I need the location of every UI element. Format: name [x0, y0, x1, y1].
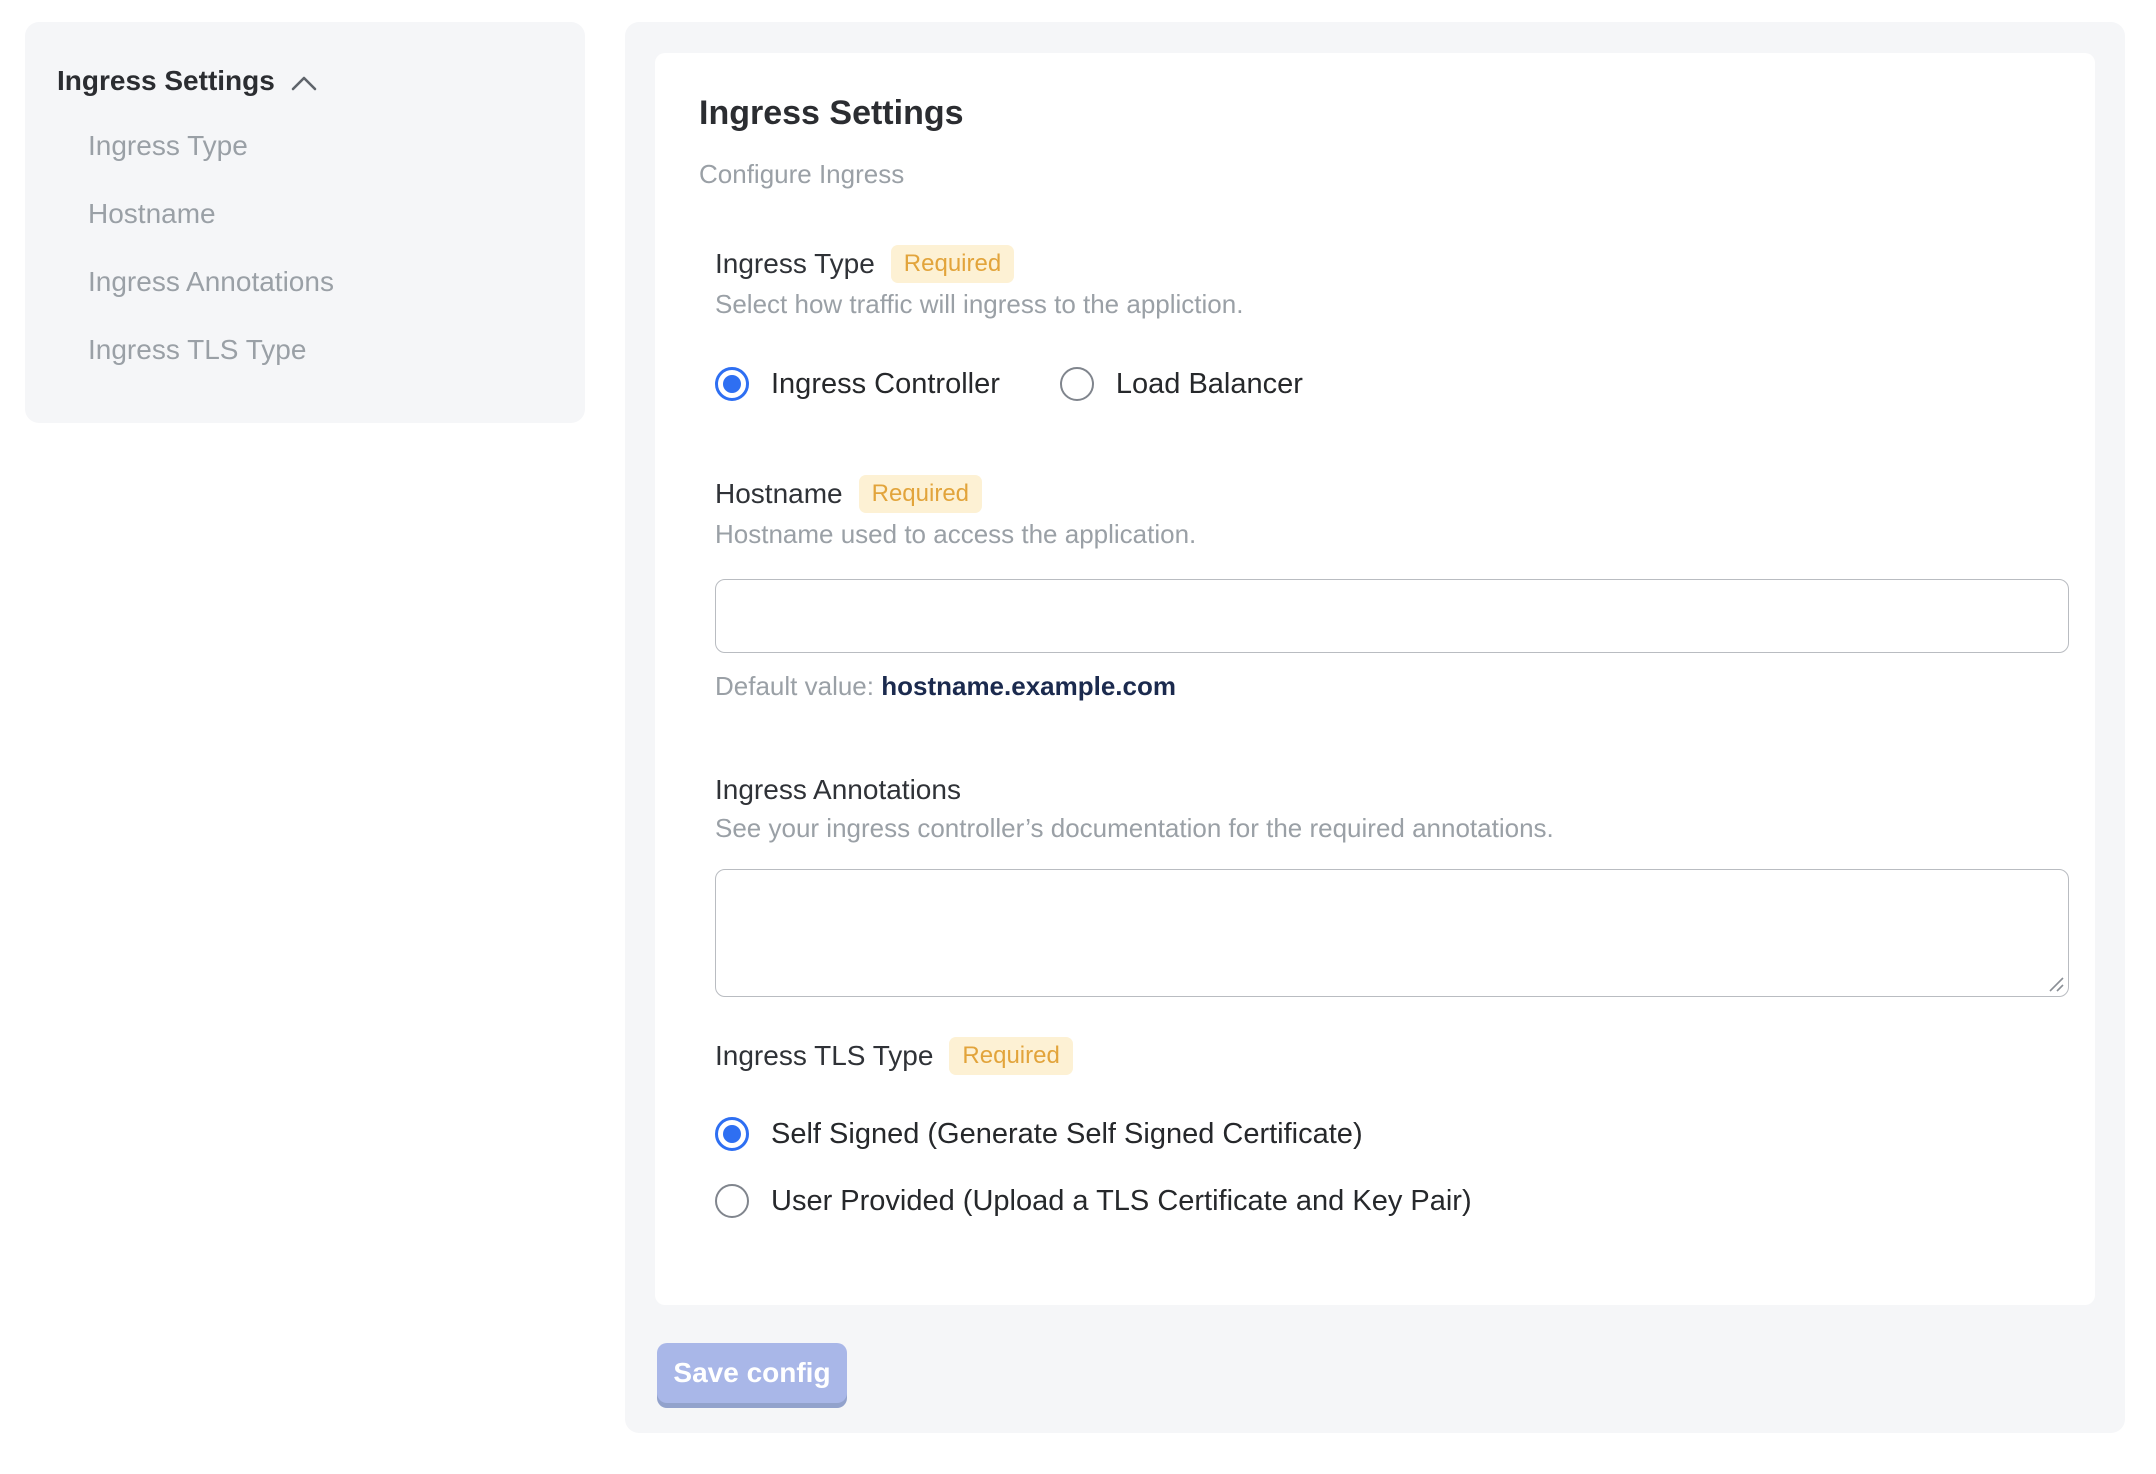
default-value-text: hostname.example.com: [881, 671, 1176, 701]
radio-unselected-icon[interactable]: [715, 1184, 749, 1218]
hostname-default-hint: Default value: hostname.example.com: [715, 671, 2069, 701]
hostname-label: Hostname: [715, 478, 843, 509]
ingress-type-label-row: Ingress Type Required: [715, 245, 2069, 283]
main-panel: Ingress Settings Configure Ingress Ingre…: [625, 22, 2125, 1433]
radio-user-provided[interactable]: User Provided (Upload a TLS Certificate …: [715, 1184, 2069, 1218]
radio-unselected-icon[interactable]: [1059, 367, 1094, 401]
radio-selected-icon[interactable]: [715, 1117, 749, 1151]
page-subtitle: Configure Ingress: [699, 159, 905, 189]
radio-user-provided-label: User Provided (Upload a TLS Certificate …: [771, 1185, 1472, 1217]
chevron-up-icon: [291, 76, 317, 91]
ingress-annotations-field: [715, 869, 2069, 997]
default-value-prefix: Default value:: [715, 671, 882, 701]
sidebar: Ingress Settings Ingress Type Hostname I…: [25, 22, 585, 423]
ingress-annotations-label-row: Ingress Annotations: [715, 773, 2069, 807]
required-badge: Required: [890, 245, 1015, 283]
ingress-tls-type-label: Ingress TLS Type: [715, 1040, 934, 1071]
sidebar-item-ingress-annotations[interactable]: Ingress Annotations: [88, 266, 553, 297]
page-title: Ingress Settings: [699, 94, 964, 132]
sidebar-item-ingress-tls-type[interactable]: Ingress TLS Type: [88, 334, 553, 365]
resize-handle-icon[interactable]: [2046, 974, 2064, 992]
ingress-tls-type-label-row: Ingress TLS Type Required: [715, 1037, 2069, 1075]
required-badge: Required: [858, 475, 983, 513]
ingress-annotations-label: Ingress Annotations: [715, 774, 961, 805]
sidebar-item-ingress-type[interactable]: Ingress Type: [88, 130, 553, 161]
hostname-input[interactable]: [715, 579, 2069, 653]
radio-selected-icon[interactable]: [715, 367, 749, 401]
save-config-button[interactable]: Save config: [657, 1343, 847, 1403]
radio-self-signed[interactable]: Self Signed (Generate Self Signed Certif…: [715, 1117, 2069, 1151]
sidebar-item-hostname[interactable]: Hostname: [88, 198, 553, 229]
ingress-type-radio-group: Ingress Controller Load Balancer: [715, 367, 2069, 401]
ingress-annotations-textarea[interactable]: [715, 869, 2069, 997]
sidebar-item-list: Ingress Type Hostname Ingress Annotation…: [88, 130, 553, 365]
radio-ingress-controller-label: Ingress Controller: [771, 368, 1000, 400]
ingress-annotations-description: See your ingress controller’s documentat…: [715, 813, 1554, 843]
hostname-label-row: Hostname Required: [715, 475, 2069, 513]
required-badge: Required: [949, 1037, 1073, 1075]
radio-ingress-controller[interactable]: Ingress Controller: [715, 367, 1000, 401]
radio-load-balancer[interactable]: Load Balancer: [1059, 367, 1303, 401]
ingress-type-description: Select how traffic will ingress to the a…: [715, 289, 1244, 319]
form-fields: Ingress Type Required Select how traffic…: [715, 245, 2069, 1218]
ingress-type-label: Ingress Type: [715, 248, 875, 279]
sidebar-section-ingress-settings[interactable]: Ingress Settings: [57, 64, 553, 98]
sidebar-section-label: Ingress Settings: [57, 65, 275, 96]
radio-load-balancer-label: Load Balancer: [1115, 368, 1303, 400]
radio-self-signed-label: Self Signed (Generate Self Signed Certif…: [771, 1118, 1363, 1150]
hostname-description: Hostname used to access the application.: [715, 519, 1197, 549]
ingress-settings-card: Ingress Settings Configure Ingress Ingre…: [655, 53, 2095, 1305]
